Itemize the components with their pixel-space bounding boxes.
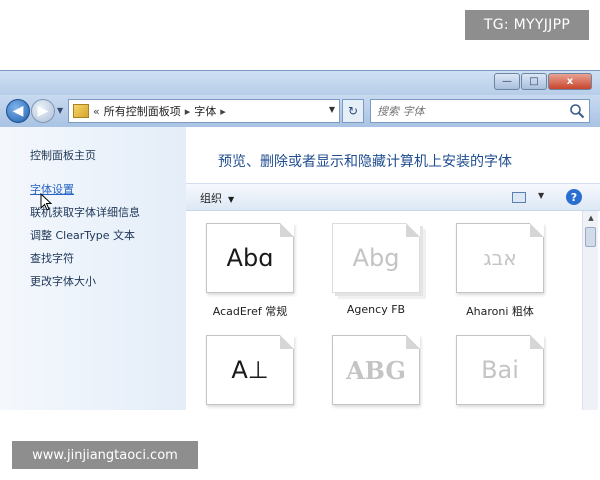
refresh-icon[interactable]: ↻: [342, 99, 364, 123]
view-dropdown-icon[interactable]: ▼: [538, 191, 544, 200]
breadcrumb-separator-icon[interactable]: ▸: [185, 105, 191, 118]
font-sample: ABG: [346, 355, 406, 385]
font-preview-icon: Abɑ: [206, 223, 294, 293]
font-preview-icon: Bai: [456, 335, 544, 405]
toolbar: 组织 ▼ ▼ ?: [186, 183, 600, 211]
organize-menu[interactable]: 组织 ▼: [200, 190, 234, 206]
font-sample: Abg: [352, 244, 400, 272]
control-panel-icon: [73, 104, 89, 118]
minimize-button[interactable]: —: [494, 73, 520, 90]
font-tile-aharoni[interactable]: אבג Aharoni 粗体: [450, 223, 550, 319]
help-icon[interactable]: ?: [566, 189, 582, 205]
address-bar[interactable]: « 所有控制面板项 ▸ 字体 ▸ ▼: [68, 99, 340, 123]
font-tile-row2-3[interactable]: Bai: [450, 335, 550, 410]
close-button[interactable]: x: [548, 73, 592, 90]
sidebar-item-find-character[interactable]: 查找字符: [30, 250, 74, 266]
site-url-badge: www.jinjiangtaoci.com: [12, 441, 198, 469]
font-preview-icon: ABG: [332, 335, 420, 405]
organize-label: 组织: [200, 192, 222, 205]
font-sample: Abɑ: [226, 244, 274, 272]
back-arrow-icon[interactable]: ◀: [6, 99, 30, 123]
title-bar: — □ x: [0, 71, 600, 95]
font-sample: Bai: [481, 356, 519, 384]
sidebar-item-font-settings[interactable]: 字体设置: [30, 181, 74, 197]
sidebar-item-change-font-size[interactable]: 更改字体大小: [30, 273, 96, 289]
address-dropdown-icon[interactable]: ▼: [329, 105, 335, 114]
font-preview-icon: A⊥: [206, 335, 294, 405]
fonts-window: — □ x ◀ ▶ ▼ « 所有控制面板项 ▸ 字体 ▸ ▼ ↻ 控制面板主页: [0, 70, 600, 410]
search-icon[interactable]: [569, 103, 585, 119]
breadcrumb-fonts[interactable]: 字体: [194, 103, 216, 119]
font-tile-agency-fb[interactable]: Abg Agency FB: [326, 223, 426, 316]
font-name: Aharoni 粗体: [466, 305, 534, 318]
maximize-button[interactable]: □: [521, 73, 547, 90]
view-options-icon[interactable]: [512, 192, 526, 203]
font-sample: אבג: [483, 246, 517, 270]
sidebar-item-control-panel-home[interactable]: 控制面板主页: [30, 147, 96, 163]
breadcrumb-overflow[interactable]: «: [93, 105, 100, 118]
navigation-bar: ◀ ▶ ▼ « 所有控制面板项 ▸ 字体 ▸ ▼ ↻: [0, 95, 600, 127]
tg-badge: TG: MYYJJPP: [465, 10, 589, 40]
scroll-up-icon[interactable]: ▲: [583, 211, 599, 225]
chevron-down-icon: ▼: [228, 195, 235, 204]
font-tile-acaderef[interactable]: Abɑ AcadEref 常规: [200, 223, 300, 319]
font-name: AcadEref 常规: [212, 305, 288, 318]
scroll-thumb[interactable]: [585, 227, 596, 247]
sidebar-item-cleartype[interactable]: 调整 ClearType 文本: [30, 227, 135, 243]
page-heading: 预览、删除或者显示和隐藏计算机上安装的字体: [218, 154, 512, 170]
font-sample: A⊥: [231, 356, 269, 384]
search-input[interactable]: [371, 100, 561, 123]
sidebar: 控制面板主页 字体设置 联机获取字体详细信息 调整 ClearType 文本 查…: [0, 127, 186, 410]
font-tile-row2-1[interactable]: A⊥: [200, 335, 300, 410]
breadcrumb-all-items[interactable]: 所有控制面板项: [104, 103, 181, 119]
font-family-preview-icon: Abg: [332, 223, 420, 293]
search-box[interactable]: [370, 99, 590, 123]
font-name: Agency FB: [346, 303, 406, 316]
mouse-cursor-icon: [40, 193, 52, 211]
breadcrumb-separator-icon[interactable]: ▸: [220, 105, 226, 118]
vertical-scrollbar[interactable]: ▲: [582, 211, 598, 410]
font-tile-row2-2[interactable]: ABG: [326, 335, 426, 410]
font-preview-icon: אבג: [456, 223, 544, 293]
history-dropdown-icon[interactable]: ▼: [57, 106, 63, 115]
main-content: 预览、删除或者显示和隐藏计算机上安装的字体 组织 ▼ ▼ ? ▲ Abɑ Acad…: [186, 127, 600, 410]
forward-arrow-icon[interactable]: ▶: [31, 99, 55, 123]
